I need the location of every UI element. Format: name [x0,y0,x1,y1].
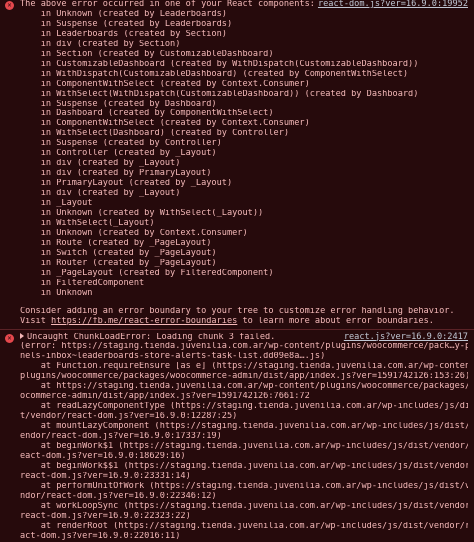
error-header-text: The above error occurred in one of your … [20,0,315,9]
stack-line: nels-inbox~leaderboards-store-alerts-tas… [20,352,326,362]
error-header: Uncaught ChunkLoadError: Loading chunk 3… [20,332,468,343]
stack-line: endor/react-dom.js?ver=16.9.0:17337:19) [20,432,222,442]
error-header-text: Uncaught ChunkLoadError: Loading chunk 3… [20,332,275,343]
source-link[interactable]: react-dom.js?ver=16.9.0:19952 [318,0,468,10]
error-circle-icon: ✕ [5,1,14,10]
stack-line: in PrimaryLayout (created by _Layout) [20,179,233,189]
stack-line: at performUnitOfWork (https://staging.ti… [20,481,468,491]
component-stack: in Unknown (created by Leaderboards) in … [20,10,468,299]
stack-line: at workLoopSync (https://staging.tienda.… [20,501,468,511]
stack-line: in Section (created by CustomizableDashb… [20,49,274,59]
error-boundaries-link[interactable]: https://fb.me/react-error-boundaries [51,317,237,326]
stack-line: in WithSelect(WithDispatch(CustomizableD… [20,89,419,99]
stack-line: in Controller (created by _Layout) [20,149,217,159]
console-error-message-chunk[interactable]: ✕ Uncaught ChunkLoadError: Loading chunk… [0,332,474,542]
stack-line: in WithDispatch(CustomizableDashboard) (… [20,69,409,79]
stack-line: at beginWork$1 (https://staging.tienda.j… [20,441,468,451]
stack-line: in Suspense (created by Dashboard) [20,99,217,109]
stack-line: in Unknown (created by WithSelect(_Layou… [20,209,264,219]
stack-line: at renderRoot (https://staging.tienda.ju… [20,521,468,531]
error-boundary-advice: Consider adding an error boundary to you… [20,306,455,316]
stack-line: in Suspense (created by Controller) [20,139,222,149]
message-divider [0,328,474,330]
stack-line: act-dom.js?ver=16.9.0:22016:11) [20,531,181,541]
expand-triangle-icon[interactable] [20,332,24,339]
error-header: The above error occurred in one of your … [20,0,468,10]
stack-line: in ComponentWithSelect (created by Conte… [20,79,310,89]
stack-line: at mountLazyComponent (https://staging.t… [20,422,468,432]
stack-line: in Route (created by _PageLayout) [20,238,212,248]
stack-line: in ComponentWithSelect (created by Conte… [20,119,310,129]
stack-line: in _Layout [20,199,93,209]
stack-line: in Router (created by _PageLayout) [20,258,217,268]
stack-line: in WithSelect(_Layout) [20,218,155,228]
stack-line: in Dashboard (created by ComponentWithSe… [20,109,274,119]
stack-line: at readLazyComponentType (https://stagin… [20,402,468,412]
stack-line: in div (created by _Layout) [20,159,181,169]
stack-line: in WithSelect(Dashboard) (created by Con… [20,129,290,139]
stack-line: eact-dom.js?ver=16.9.0:18629:16) [20,451,186,461]
error-stack-trace: (error: https://staging.tienda.juvenilia… [20,342,468,541]
stack-line: ocommerce-admin/dist/app/index.js?ver=15… [20,392,310,402]
stack-line: in Unknown (created by Context.Consumer) [20,228,248,238]
stack-line: in div (created by _Layout) [20,189,181,199]
stack-line: in _PageLayout (created by FilteredCompo… [20,268,274,278]
stack-line: ndor/react-dom.js?ver=16.9.0:22346:12) [20,491,217,501]
stack-line: in div (created by PrimaryLayout) [20,169,212,179]
stack-line: in Switch (created by _PageLayout) [20,248,217,258]
stack-line: in div (created by Section) [20,39,181,49]
console-error-message-react: ✕ The above error occurred in one of you… [0,0,474,327]
stack-line: at Function.requireEnsure [as e] (https:… [20,362,468,372]
source-link[interactable]: react.js?ver=16.9.0:2417 [344,332,468,343]
stack-line: react-dom.js?ver=16.9.0:23331:14) [20,471,191,481]
stack-line: in Unknown (created by Leaderboards) [20,9,227,19]
error-boundary-visit: Visit https://fb.me/react-error-boundari… [20,316,434,326]
stack-line: plugins/woocommerce/packages/woocommerce… [20,372,468,382]
stack-line: at https://staging.tienda.juvenilia.com.… [20,382,468,392]
stack-line: (error: https://staging.tienda.juvenilia… [20,342,468,352]
stack-line: in Unknown [20,288,93,298]
stack-line: react-dom.js?ver=16.9.0:22323:22) [20,511,191,521]
stack-line: in Leaderboards (created by Section) [20,29,227,39]
stack-line: at beginWork$$1 (https://staging.tienda.… [20,461,468,471]
devtools-console: ✕ The above error occurred in one of you… [0,0,474,541]
error-circle-icon: ✕ [5,333,14,343]
stack-line: in FilteredComponent [20,278,145,288]
stack-line: in CustomizableDashboard (created by Wit… [20,59,419,69]
stack-line: t/vendor/react-dom.js?ver=16.9.0:12287:2… [20,412,238,422]
stack-line: in Suspense (created by Leaderboards) [20,19,233,29]
